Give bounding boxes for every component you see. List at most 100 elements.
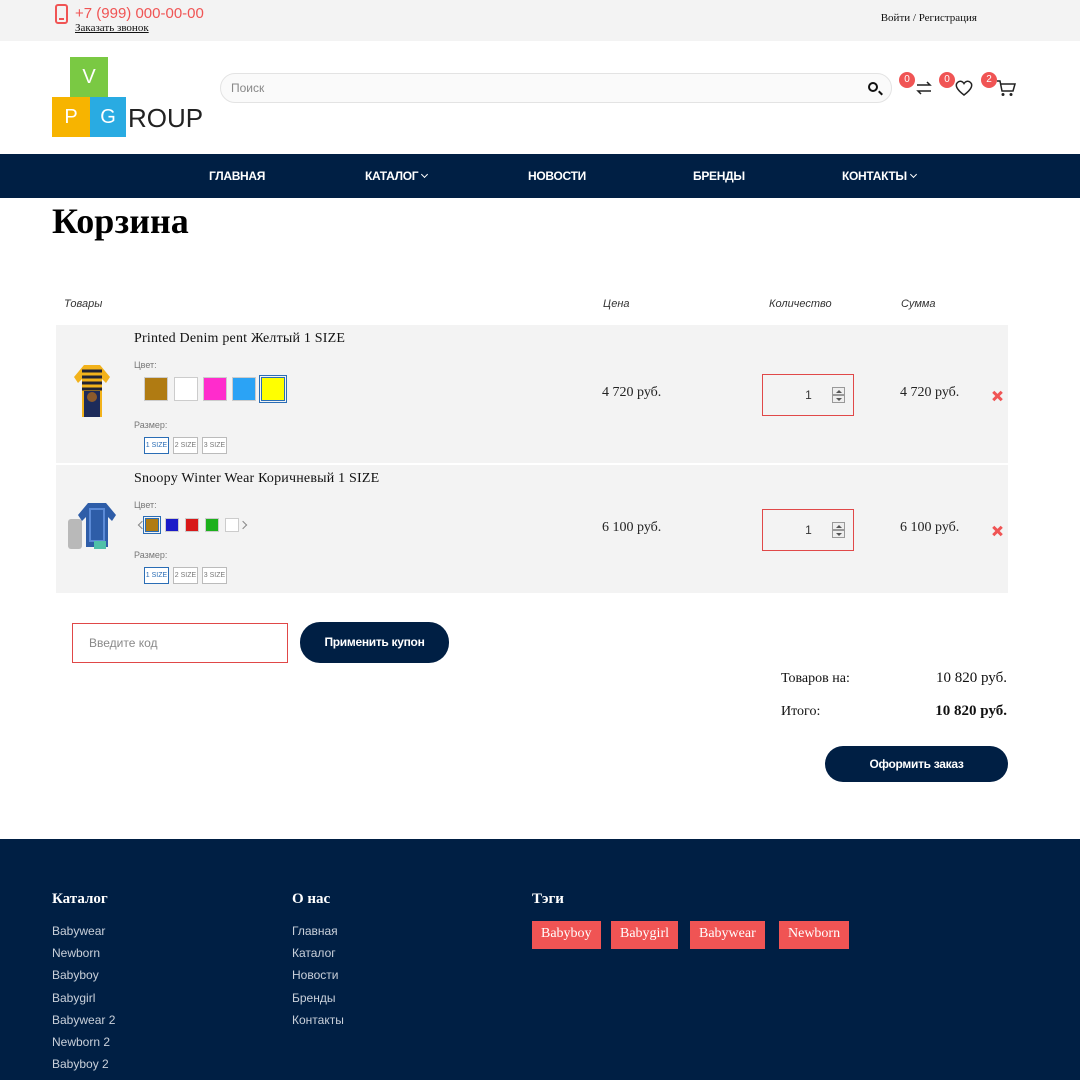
tag-babygirl[interactable]: Babygirl [611,921,678,949]
goods-total-value: 10 820 руб. [936,670,1007,686]
color-swatch[interactable] [165,518,179,532]
footer-catalog-link[interactable]: Newborn [52,946,100,960]
size-label: Размер: [134,420,168,430]
footer-catalog-link[interactable]: Babywear [52,924,105,938]
register-link[interactable]: Регистрация [919,12,977,24]
login-link[interactable]: Войти [881,12,910,24]
footer-about-link[interactable]: Контакты [292,1013,344,1027]
logo-v: V [70,57,108,97]
footer-tags-title: Тэги [532,891,564,907]
column-header-sum: Сумма [901,298,936,310]
footer-catalog-title: Каталог [52,891,108,907]
page-title: Корзина [52,201,189,241]
nav-item-label: ГЛАВНАЯ [209,169,266,183]
footer-about-title: О нас [292,891,331,907]
tag-newborn[interactable]: Newborn [779,921,850,949]
item-sum: 4 720 руб. [900,385,960,400]
tag-babyboy[interactable]: Babyboy [532,921,601,949]
top-bar: +7 (999) 000-00-00 Заказать звонок Войти… [0,0,1080,41]
nav-item-label: НОВОСТИ [528,169,586,183]
compare-badge: 0 [899,72,915,88]
nav-item-news[interactable]: НОВОСТИ [528,154,586,198]
quantity-increase-button[interactable] [832,387,845,395]
checkout-button[interactable]: Оформить заказ [825,746,1008,782]
color-swatch[interactable] [185,518,199,532]
tag-babywear[interactable]: Babywear [690,921,765,949]
quantity-decrease-button[interactable] [832,395,845,403]
size-option[interactable]: 2 SIZE [173,437,198,454]
chevron-right-icon[interactable] [238,520,248,530]
footer-catalog-link[interactable]: Babygirl [52,991,95,1005]
product-name[interactable]: Snoopy Winter Wear Коричневый 1 SIZE [134,471,379,487]
nav-item-brands[interactable]: БРЕНДЫ [693,154,745,198]
color-label: Цвет: [134,500,157,510]
footer-catalog-link[interactable]: Babyboy [52,968,99,982]
item-sum: 6 100 руб. [900,520,960,535]
color-swatch-selected[interactable] [143,516,161,534]
item-price: 4 720 руб. [602,385,662,400]
wishlist-button[interactable]: 0 [939,72,974,98]
logo-p: P [52,97,90,137]
logo-roup: ROUP [128,103,204,133]
product-image[interactable] [64,361,120,421]
quantity-stepper[interactable]: 1 [762,374,854,416]
nav-item-contacts[interactable]: КОНТАКТЫ [842,154,917,198]
site-logo[interactable]: V P G ROUP [52,57,204,137]
heart-icon [955,80,973,96]
compare-icon [916,81,932,95]
remove-item-icon[interactable] [992,391,1002,401]
wishlist-badge: 0 [939,72,955,88]
phone-icon [55,4,68,24]
remove-item-icon[interactable] [992,526,1002,536]
size-label: Размер: [134,550,168,560]
footer-catalog-link[interactable]: Babywear 2 [52,1013,115,1027]
apply-coupon-button[interactable]: Применить купон [300,622,449,663]
footer-about-link[interactable]: Бренды [292,991,335,1005]
cart-icon [997,80,1016,96]
size-option[interactable]: 3 SIZE [202,567,227,584]
nav-item-home[interactable]: ГЛАВНАЯ [209,154,265,198]
column-header-quantity: Количество [769,298,832,310]
cart-item-row: Printed Denim pent Желтый 1 SIZE Цвет: Р… [56,325,1008,463]
size-option[interactable]: 2 SIZE [173,567,198,584]
callback-link[interactable]: Заказать звонок [75,22,149,34]
footer-about-link[interactable]: Новости [292,968,338,982]
nav-item-catalog[interactable]: КАТАЛОГ [365,154,429,198]
product-image[interactable] [64,497,120,557]
size-option[interactable]: 1 SIZE [144,567,169,584]
color-swatch-selected[interactable] [259,375,287,403]
product-name[interactable]: Printed Denim pent Желтый 1 SIZE [134,331,345,347]
color-swatch[interactable] [203,377,227,401]
quantity-increase-button[interactable] [832,522,845,530]
nav-item-label: КАТАЛОГ [365,169,419,183]
chevron-down-icon [909,170,917,179]
cart-button[interactable]: 2 [981,72,1016,98]
quantity-stepper[interactable]: 1 [762,509,854,551]
main-nav: ГЛАВНАЯ КАТАЛОГ НОВОСТИ БРЕНДЫ КОНТАКТЫ [0,154,1080,198]
quantity-decrease-button[interactable] [832,530,845,538]
compare-button[interactable]: 0 [899,72,934,98]
chevron-down-icon [421,170,429,179]
color-swatch[interactable] [174,377,198,401]
grand-total-value: 10 820 руб. [935,703,1007,719]
coupon-input[interactable] [72,623,288,663]
nav-item-label: БРЕНДЫ [693,169,745,183]
footer-about-link[interactable]: Каталог [292,946,336,960]
footer-catalog-link[interactable]: Newborn 2 [52,1035,110,1049]
site-footer: Каталог Babywear Newborn Babyboy Babygir… [0,839,1080,1080]
phone-number[interactable]: +7 (999) 000-00-00 [75,5,204,22]
color-swatch[interactable] [205,518,219,532]
search-input[interactable] [220,73,892,103]
search-icon[interactable] [868,82,878,92]
footer-catalog-link[interactable]: Babyboy 2 [52,1057,109,1071]
color-swatch[interactable] [232,377,256,401]
color-swatch[interactable] [225,518,239,532]
color-label: Цвет: [134,360,157,370]
size-option[interactable]: 3 SIZE [202,437,227,454]
grand-total-label: Итого: [781,704,821,719]
size-option[interactable]: 1 SIZE [144,437,169,454]
cart-item-row: Snoopy Winter Wear Коричневый 1 SIZE Цве… [56,465,1008,593]
cart-badge: 2 [981,72,997,88]
footer-about-link[interactable]: Главная [292,924,338,938]
color-swatch[interactable] [144,377,168,401]
